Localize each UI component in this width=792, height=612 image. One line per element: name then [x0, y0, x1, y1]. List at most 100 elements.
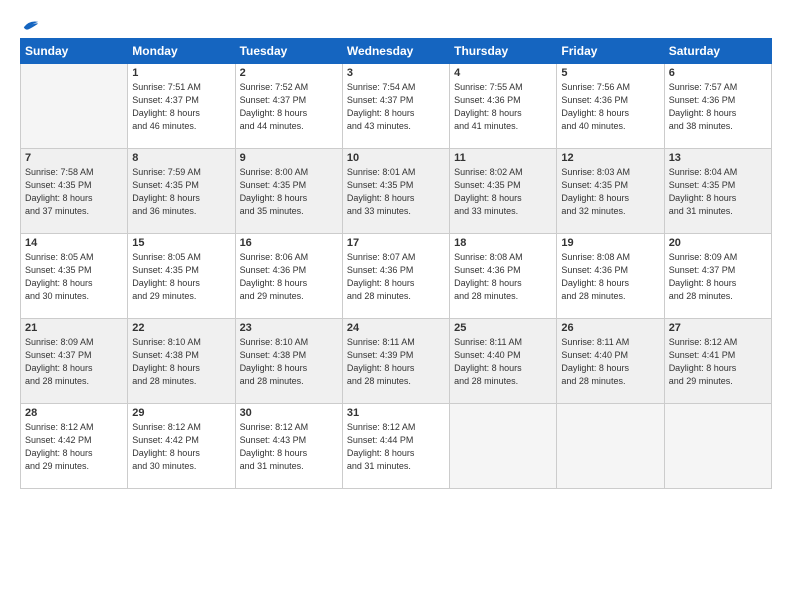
day-info: Sunrise: 8:09 AMSunset: 4:37 PMDaylight:…	[25, 336, 123, 388]
calendar-day-cell: 28 Sunrise: 8:12 AMSunset: 4:42 PMDayligh…	[21, 404, 128, 489]
calendar-day-cell: 2Sunrise: 7:52 AMSunset: 4:37 PMDaylight…	[235, 64, 342, 149]
day-number: 27	[669, 322, 767, 334]
calendar-day-cell: 23 Sunrise: 8:10 AMSunset: 4:38 PMDayligh…	[235, 319, 342, 404]
day-info: Sunrise: 8:09 AMSunset: 4:37 PMDaylight:…	[669, 251, 767, 303]
calendar-day-cell: 7 Sunrise: 7:58 AMSunset: 4:35 PMDaylight…	[21, 149, 128, 234]
calendar-day-cell: 14Sunrise: 8:05 AMSunset: 4:35 PMDayligh…	[21, 234, 128, 319]
day-number: 18	[454, 237, 552, 249]
calendar-day-cell: 8 Sunrise: 7:59 AMSunset: 4:35 PMDaylight…	[128, 149, 235, 234]
day-info: Sunrise: 7:51 AMSunset: 4:37 PMDaylight:…	[132, 81, 230, 133]
calendar-day-cell: 18 Sunrise: 8:08 AMSunset: 4:36 PMDayligh…	[450, 234, 557, 319]
calendar-header-monday: Monday	[128, 39, 235, 64]
day-number: 8	[132, 152, 230, 164]
day-number: 16	[240, 237, 338, 249]
calendar-week-row: 21 Sunrise: 8:09 AMSunset: 4:37 PMDayligh…	[21, 319, 772, 404]
calendar-day-cell	[450, 404, 557, 489]
calendar-header-tuesday: Tuesday	[235, 39, 342, 64]
day-info: Sunrise: 8:10 AMSunset: 4:38 PMDaylight:…	[240, 336, 338, 388]
day-number: 23	[240, 322, 338, 334]
calendar-day-cell: 22 Sunrise: 8:10 AMSunset: 4:38 PMDayligh…	[128, 319, 235, 404]
calendar-day-cell: 30Sunrise: 8:12 AMSunset: 4:43 PMDayligh…	[235, 404, 342, 489]
day-number: 9	[240, 152, 338, 164]
day-info: Sunrise: 8:11 AMSunset: 4:39 PMDaylight:…	[347, 336, 445, 388]
day-info: Sunrise: 8:12 AMSunset: 4:42 PMDaylight:…	[132, 421, 230, 473]
calendar-day-cell: 31 Sunrise: 8:12 AMSunset: 4:44 PMDayligh…	[342, 404, 449, 489]
day-number: 17	[347, 237, 445, 249]
day-info: Sunrise: 7:52 AMSunset: 4:37 PMDaylight:…	[240, 81, 338, 133]
calendar-day-cell: 9 Sunrise: 8:00 AMSunset: 4:35 PMDaylight…	[235, 149, 342, 234]
day-number: 10	[347, 152, 445, 164]
calendar-header-row: SundayMondayTuesdayWednesdayThursdayFrid…	[21, 39, 772, 64]
calendar-day-cell	[557, 404, 664, 489]
day-info: Sunrise: 8:12 AMSunset: 4:43 PMDaylight:…	[240, 421, 338, 473]
day-number: 28	[25, 407, 123, 419]
calendar-day-cell: 5 Sunrise: 7:56 AMSunset: 4:36 PMDaylight…	[557, 64, 664, 149]
day-info: Sunrise: 8:05 AMSunset: 4:35 PMDaylight:…	[132, 251, 230, 303]
day-number: 20	[669, 237, 767, 249]
calendar-day-cell: 3Sunrise: 7:54 AMSunset: 4:37 PMDaylight…	[342, 64, 449, 149]
day-info: Sunrise: 8:11 AMSunset: 4:40 PMDaylight:…	[561, 336, 659, 388]
day-info: Sunrise: 7:55 AMSunset: 4:36 PMDaylight:…	[454, 81, 552, 133]
logo-bird-icon	[22, 18, 40, 32]
day-number: 7	[25, 152, 123, 164]
day-number: 22	[132, 322, 230, 334]
day-number: 19	[561, 237, 659, 249]
day-info: Sunrise: 7:58 AMSunset: 4:35 PMDaylight:…	[25, 166, 123, 218]
day-number: 15	[132, 237, 230, 249]
day-info: Sunrise: 8:12 AMSunset: 4:41 PMDaylight:…	[669, 336, 767, 388]
calendar-week-row: 28 Sunrise: 8:12 AMSunset: 4:42 PMDayligh…	[21, 404, 772, 489]
calendar-day-cell: 4 Sunrise: 7:55 AMSunset: 4:36 PMDaylight…	[450, 64, 557, 149]
day-number: 1	[132, 67, 230, 79]
calendar-day-cell: 15 Sunrise: 8:05 AMSunset: 4:35 PMDayligh…	[128, 234, 235, 319]
day-info: Sunrise: 7:56 AMSunset: 4:36 PMDaylight:…	[561, 81, 659, 133]
day-number: 26	[561, 322, 659, 334]
day-number: 25	[454, 322, 552, 334]
day-info: Sunrise: 8:00 AMSunset: 4:35 PMDaylight:…	[240, 166, 338, 218]
header	[20, 18, 772, 30]
day-info: Sunrise: 7:54 AMSunset: 4:37 PMDaylight:…	[347, 81, 445, 133]
calendar-header-thursday: Thursday	[450, 39, 557, 64]
calendar-day-cell: 24Sunrise: 8:11 AMSunset: 4:39 PMDayligh…	[342, 319, 449, 404]
day-info: Sunrise: 8:12 AMSunset: 4:44 PMDaylight:…	[347, 421, 445, 473]
calendar-day-cell: 1 Sunrise: 7:51 AMSunset: 4:37 PMDaylight…	[128, 64, 235, 149]
calendar-day-cell: 21 Sunrise: 8:09 AMSunset: 4:37 PMDayligh…	[21, 319, 128, 404]
calendar-header-wednesday: Wednesday	[342, 39, 449, 64]
day-info: Sunrise: 8:03 AMSunset: 4:35 PMDaylight:…	[561, 166, 659, 218]
calendar-day-cell: 25Sunrise: 8:11 AMSunset: 4:40 PMDayligh…	[450, 319, 557, 404]
day-info: Sunrise: 8:12 AMSunset: 4:42 PMDaylight:…	[25, 421, 123, 473]
day-info: Sunrise: 8:01 AMSunset: 4:35 PMDaylight:…	[347, 166, 445, 218]
day-number: 14	[25, 237, 123, 249]
calendar-day-cell: 16 Sunrise: 8:06 AMSunset: 4:36 PMDayligh…	[235, 234, 342, 319]
day-number: 4	[454, 67, 552, 79]
calendar-week-row: 7 Sunrise: 7:58 AMSunset: 4:35 PMDaylight…	[21, 149, 772, 234]
day-info: Sunrise: 7:59 AMSunset: 4:35 PMDaylight:…	[132, 166, 230, 218]
logo	[20, 18, 40, 30]
calendar-day-cell: 20 Sunrise: 8:09 AMSunset: 4:37 PMDayligh…	[664, 234, 771, 319]
day-info: Sunrise: 8:06 AMSunset: 4:36 PMDaylight:…	[240, 251, 338, 303]
calendar-header-saturday: Saturday	[664, 39, 771, 64]
day-number: 12	[561, 152, 659, 164]
day-number: 31	[347, 407, 445, 419]
calendar-day-cell: 10 Sunrise: 8:01 AMSunset: 4:35 PMDayligh…	[342, 149, 449, 234]
day-number: 21	[25, 322, 123, 334]
calendar-day-cell: 13Sunrise: 8:04 AMSunset: 4:35 PMDayligh…	[664, 149, 771, 234]
calendar-table: SundayMondayTuesdayWednesdayThursdayFrid…	[20, 38, 772, 489]
calendar-day-cell: 29Sunrise: 8:12 AMSunset: 4:42 PMDayligh…	[128, 404, 235, 489]
day-info: Sunrise: 8:10 AMSunset: 4:38 PMDaylight:…	[132, 336, 230, 388]
day-number: 6	[669, 67, 767, 79]
calendar-day-cell: 6Sunrise: 7:57 AMSunset: 4:36 PMDaylight…	[664, 64, 771, 149]
calendar-day-cell	[664, 404, 771, 489]
page: SundayMondayTuesdayWednesdayThursdayFrid…	[0, 0, 792, 612]
day-info: Sunrise: 8:08 AMSunset: 4:36 PMDaylight:…	[561, 251, 659, 303]
calendar-day-cell: 12 Sunrise: 8:03 AMSunset: 4:35 PMDayligh…	[557, 149, 664, 234]
calendar-day-cell: 27 Sunrise: 8:12 AMSunset: 4:41 PMDayligh…	[664, 319, 771, 404]
day-number: 11	[454, 152, 552, 164]
day-number: 13	[669, 152, 767, 164]
calendar-day-cell: 26 Sunrise: 8:11 AMSunset: 4:40 PMDayligh…	[557, 319, 664, 404]
day-info: Sunrise: 8:07 AMSunset: 4:36 PMDaylight:…	[347, 251, 445, 303]
day-number: 5	[561, 67, 659, 79]
calendar-day-cell	[21, 64, 128, 149]
day-info: Sunrise: 8:08 AMSunset: 4:36 PMDaylight:…	[454, 251, 552, 303]
calendar-header-sunday: Sunday	[21, 39, 128, 64]
calendar-day-cell: 17 Sunrise: 8:07 AMSunset: 4:36 PMDayligh…	[342, 234, 449, 319]
